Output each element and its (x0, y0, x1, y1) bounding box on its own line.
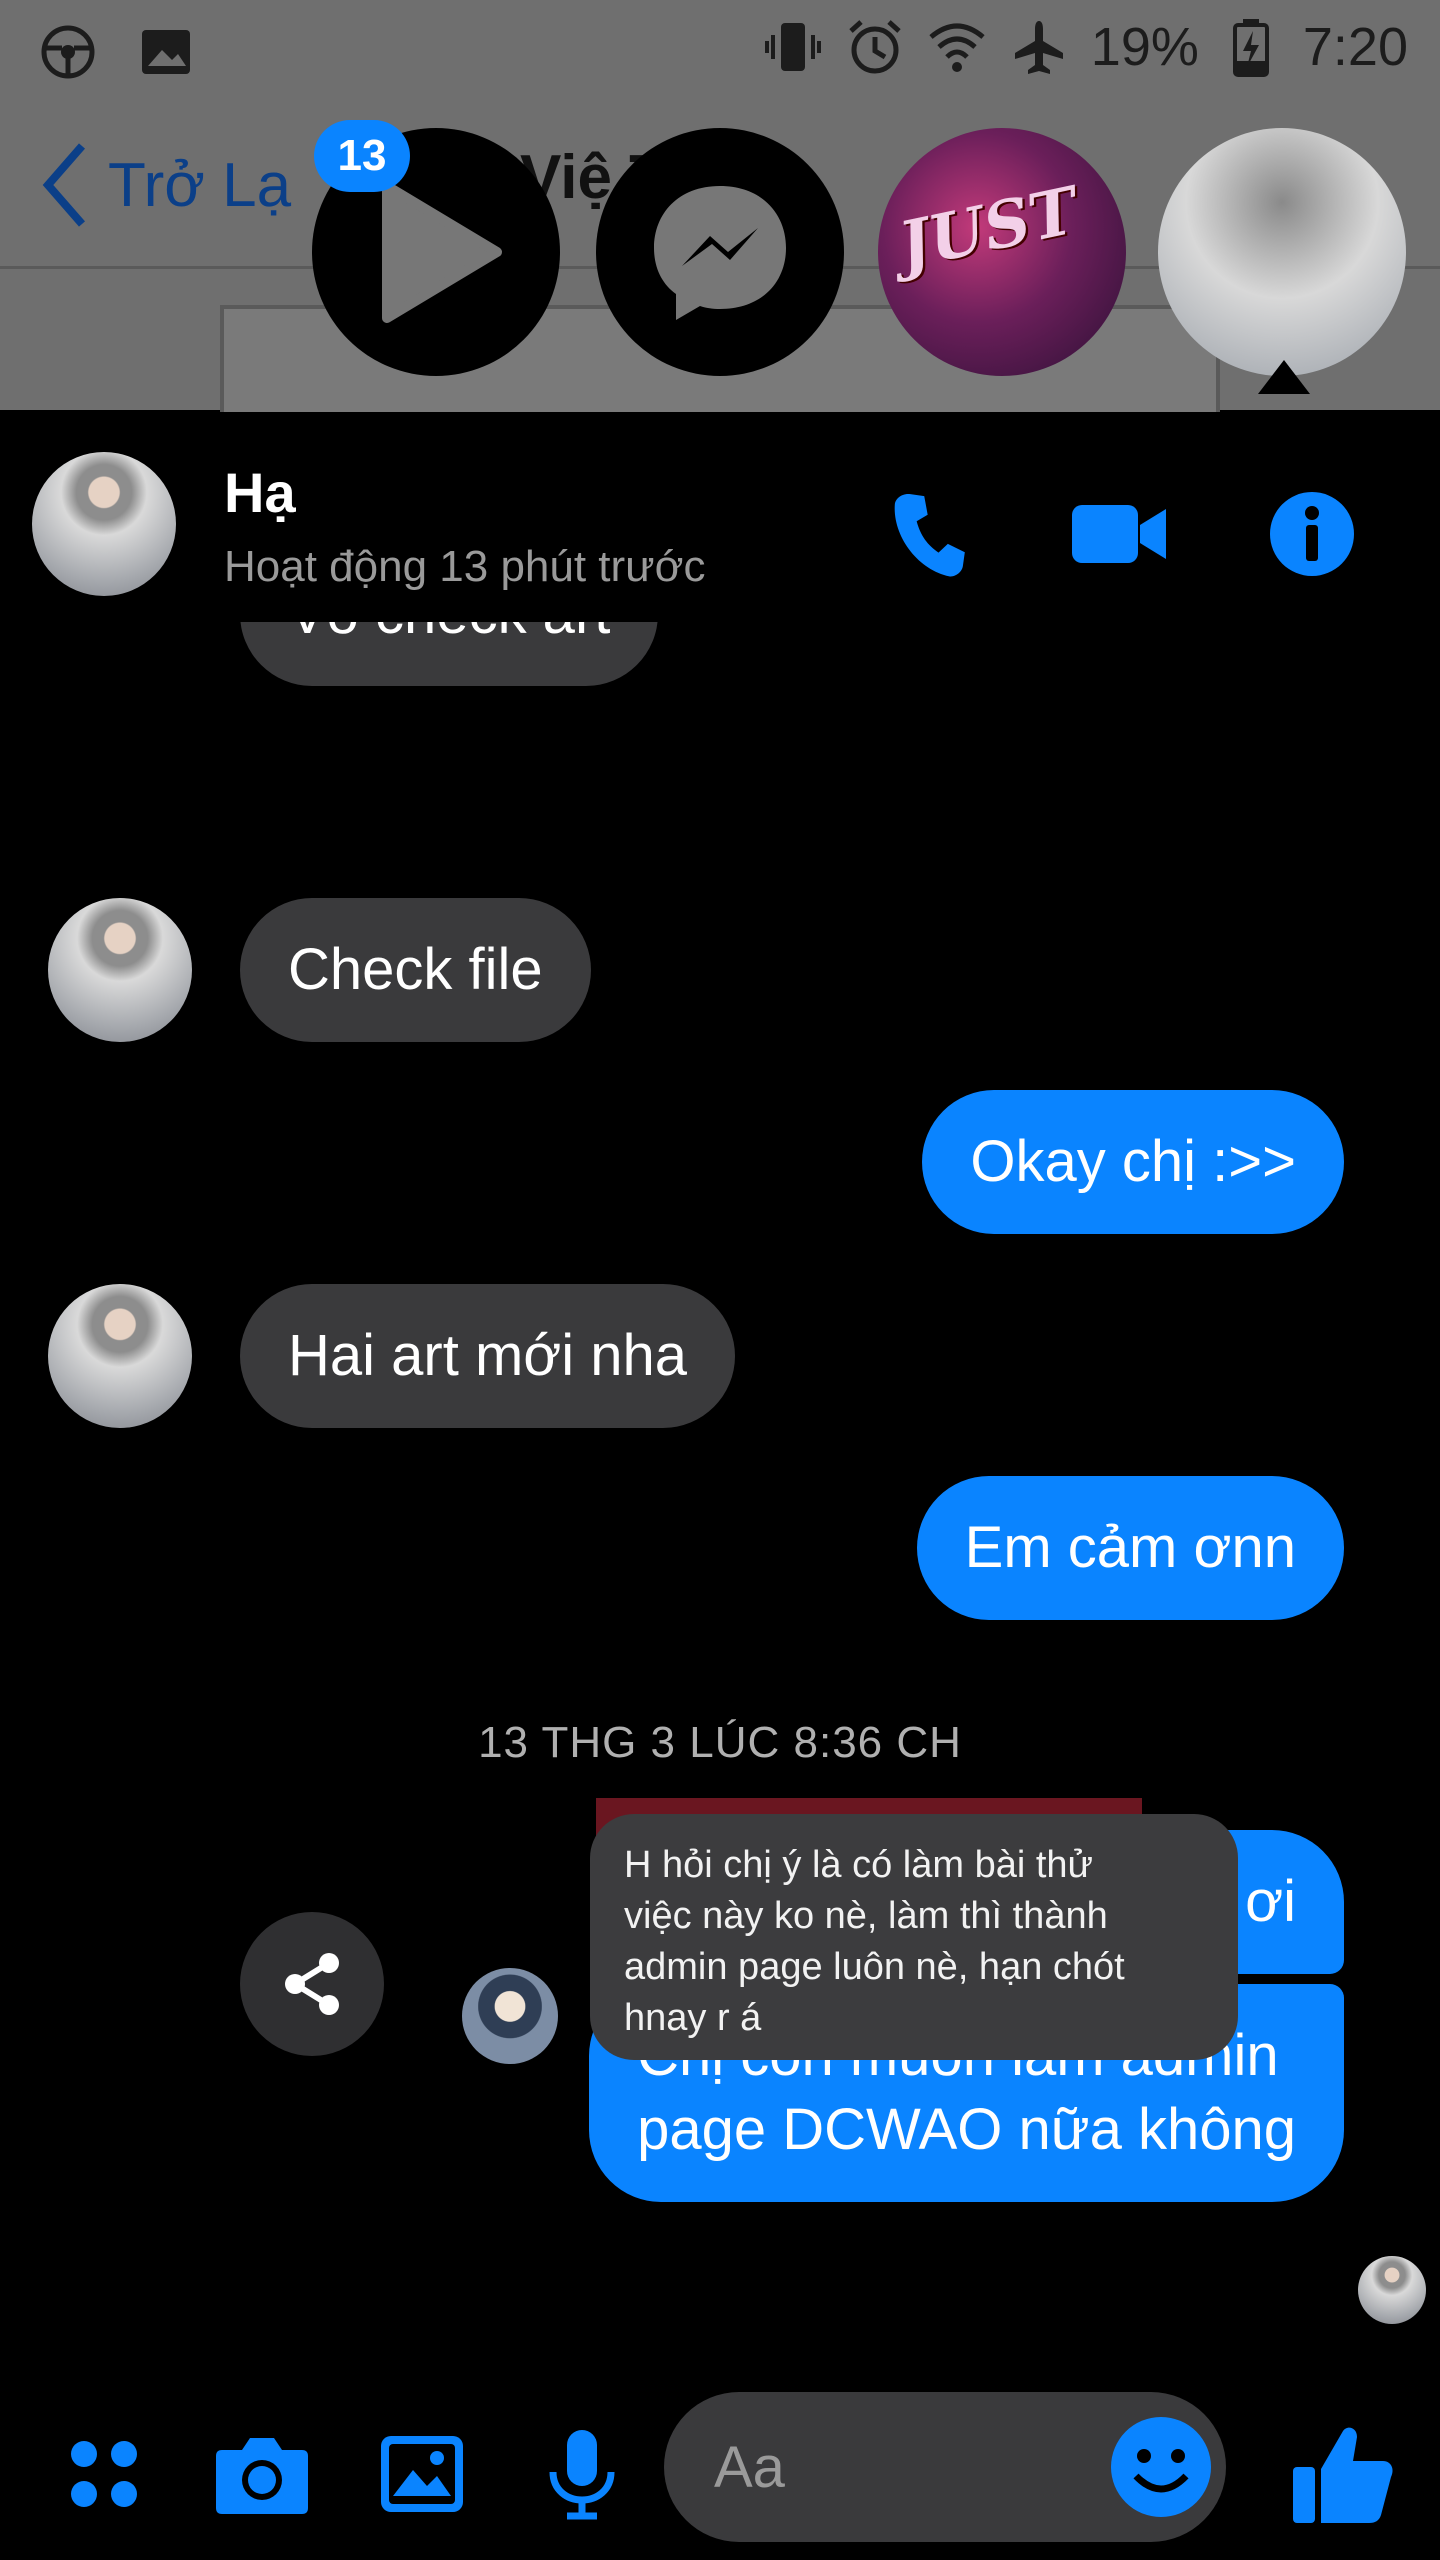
message-timestamp: 13 THG 3 LÚC 8:36 CH (478, 1718, 962, 1767)
chat-panel: Hạ Hoạt động 13 phút trước Vô check art … (0, 412, 1440, 2560)
contact-avatar[interactable] (32, 452, 176, 596)
steering-wheel-icon (38, 22, 98, 82)
apps-button[interactable] (56, 2426, 152, 2522)
shared-screenshot-avatar (462, 1968, 558, 2064)
chat-header: Hạ Hoạt động 13 phút trước (0, 412, 1440, 622)
camera-button[interactable] (214, 2426, 310, 2522)
image-icon (136, 22, 196, 82)
message-bubble-incoming[interactable]: Hai art mới nha (240, 1284, 736, 1428)
alarm-icon (845, 17, 905, 77)
message-input-container[interactable] (664, 2392, 1226, 2542)
shared-screenshot[interactable]: H hỏi chị ý là có làm bài thử việc này k… (590, 1798, 1238, 2258)
phone-icon (894, 494, 965, 577)
message-bubble-incoming[interactable]: Check file (240, 898, 591, 1042)
message-composer (0, 2374, 1440, 2560)
airplane-icon (1009, 17, 1069, 77)
grid-dots-icon (71, 2441, 137, 2507)
messenger-icon (654, 186, 786, 320)
clock: 7:20 (1302, 17, 1408, 77)
seen-indicator-avatar (1358, 2256, 1426, 2324)
battery-percent: 19% (1090, 17, 1199, 77)
wifi-icon (927, 17, 987, 77)
message-input[interactable] (712, 2392, 1072, 2542)
video-call-button[interactable] (1070, 484, 1170, 584)
info-icon (1270, 492, 1354, 576)
shared-screenshot-text: H hỏi chị ý là có làm bài thử việc này k… (590, 1814, 1238, 2060)
voice-button[interactable] (534, 2426, 630, 2522)
chat-head-pointer (1258, 360, 1310, 394)
notification-badge: 13 (314, 120, 410, 192)
chat-head-messenger[interactable] (596, 128, 844, 376)
info-button[interactable] (1262, 484, 1362, 584)
message-avatar[interactable] (48, 898, 192, 1042)
status-bar: 19% 7:20 (0, 0, 1440, 100)
like-button[interactable] (1282, 2414, 1402, 2534)
video-camera-icon (1072, 505, 1166, 563)
chevron-left-icon (42, 143, 86, 227)
camera-icon (216, 2438, 308, 2514)
battery-charging-icon (1221, 17, 1281, 77)
vibrate-icon (763, 17, 823, 77)
chat-head-ha[interactable] (1158, 128, 1406, 376)
message-bubble-outgoing[interactable]: Okay chị :>> (922, 1090, 1344, 1234)
microphone-icon (549, 2430, 615, 2520)
chat-head-group-cover[interactable]: JUST (878, 128, 1126, 376)
contact-name[interactable]: Hạ (224, 460, 296, 525)
message-bubble-outgoing[interactable]: Em cảm ơnn (916, 1476, 1344, 1620)
gallery-button[interactable] (374, 2426, 470, 2522)
share-icon (285, 1953, 339, 2015)
thumbs-up-icon (1293, 2427, 1393, 2523)
photo-icon (381, 2436, 463, 2512)
emoji-icon[interactable] (1108, 2414, 1214, 2520)
back-label: Trở Lạ (108, 150, 292, 220)
call-button[interactable] (878, 484, 978, 584)
back-button: Trở Lạ (40, 140, 291, 230)
message-avatar[interactable] (48, 1284, 192, 1428)
share-button[interactable] (240, 1912, 384, 2056)
cover-title: JUST (892, 173, 1085, 285)
contact-status: Hoạt động 13 phút trước (224, 542, 706, 591)
